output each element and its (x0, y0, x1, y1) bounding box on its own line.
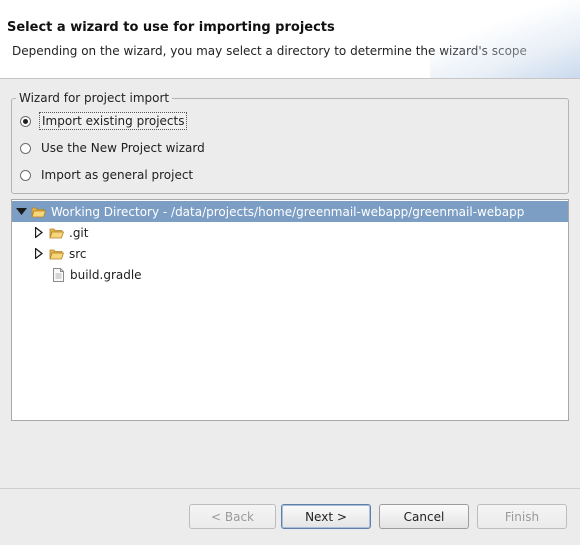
footer-divider (0, 488, 580, 489)
radio-label[interactable]: Use the New Project wizard (39, 140, 207, 156)
finish-button[interactable]: Finish (477, 504, 567, 529)
page-description: Depending on the wizard, you may select … (12, 44, 527, 58)
radio-use-new-project-wizard[interactable]: Use the New Project wizard (20, 138, 207, 158)
tree-row-working-directory[interactable]: Working Directory - /data/projects/home/… (12, 201, 568, 222)
tree-row-git[interactable]: .git (12, 222, 568, 243)
page-title: Select a wizard to use for importing pro… (7, 20, 335, 35)
tree-row-label: build.gradle (70, 267, 142, 282)
radio-label[interactable]: Import existing projects (39, 112, 188, 130)
wizard-group-label: Wizard for project import (16, 91, 173, 105)
tree-row-build-gradle[interactable]: build.gradle (12, 264, 568, 285)
chevron-down-icon[interactable] (15, 206, 27, 218)
radio-button[interactable] (20, 142, 31, 154)
working-directory-tree[interactable]: Working Directory - /data/projects/home/… (11, 199, 569, 421)
back-button[interactable]: < Back (189, 504, 276, 529)
next-button[interactable]: Next > (281, 504, 371, 529)
folder-icon (49, 227, 64, 239)
chevron-right-icon[interactable] (33, 227, 45, 239)
tree-row-label: .git (69, 225, 89, 240)
radio-import-existing-projects[interactable]: Import existing projects (20, 111, 188, 131)
tree-row-label: src (69, 246, 87, 261)
file-icon (53, 267, 64, 282)
folder-icon (49, 248, 64, 260)
tree-row-label: Working Directory - /data/projects/home/… (51, 204, 525, 219)
chevron-right-icon[interactable] (33, 248, 45, 260)
cancel-button[interactable]: Cancel (379, 504, 469, 529)
radio-button-checked[interactable] (20, 115, 31, 127)
open-folder-icon (31, 206, 46, 218)
radio-import-general-project[interactable]: Import as general project (20, 165, 195, 185)
radio-button[interactable] (20, 169, 31, 181)
wizard-header: Select a wizard to use for importing pro… (0, 0, 580, 79)
radio-label[interactable]: Import as general project (39, 167, 195, 183)
tree-row-src[interactable]: src (12, 243, 568, 264)
